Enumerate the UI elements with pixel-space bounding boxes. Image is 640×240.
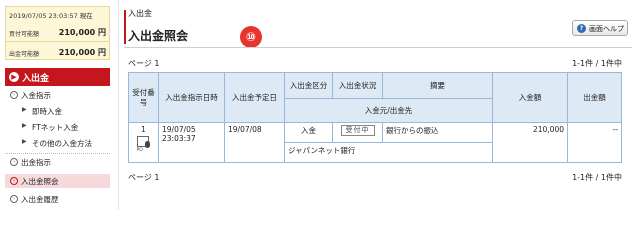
chevron-right-icon: › xyxy=(10,177,18,185)
triangle-right-icon: ▶ xyxy=(22,106,27,113)
sidebar-section-title: 入出金 xyxy=(22,74,50,84)
help-icon: ? xyxy=(577,24,586,33)
balance-panel: 2019/07/05 23:03:57 現在 買付可能額 210,000 円 出… xyxy=(5,6,110,60)
mouse-shape xyxy=(144,141,150,148)
page-indicator: ページ 1 xyxy=(128,59,160,68)
status-cell: 受付中 xyxy=(332,122,383,143)
receipt-no: 1 xyxy=(141,125,146,134)
sidebar-item-ftnet-deposit[interactable]: ▶ FTネット入金 xyxy=(22,120,110,134)
header-receipt-no: 受付番号 xyxy=(128,72,159,123)
header-deposit-amount: 入金額 xyxy=(492,72,568,123)
order-date: 19/07/05 xyxy=(162,125,196,134)
pager-top: ページ 1 1-1件 / 1件中 xyxy=(128,58,622,70)
table-row: 1 PO 19/07/05 23:03:37 19/07/08 入金 受付中 銀… xyxy=(128,122,622,163)
deposit-amount-cell: 210,000 xyxy=(492,122,568,163)
main-panel: 入出金 入出金照会 ⑩ ? 画面ヘルプ ページ 1 1-1件 / 1件中 受付番… xyxy=(118,0,640,210)
header-order-datetime: 入出金指示日時 xyxy=(158,72,225,123)
order-time: 23:03:37 xyxy=(162,134,196,143)
title-divider xyxy=(124,47,632,48)
withdraw-amount-cell: -- xyxy=(567,122,622,163)
order-datetime-cell: 19/07/05 23:03:37 xyxy=(158,122,225,163)
withdrawable-label: 出金可能額 xyxy=(9,51,40,58)
record-count: 1-1件 / 1件中 xyxy=(572,173,622,182)
sidebar-item-instant-deposit[interactable]: ▶ 即時入金 xyxy=(22,104,110,118)
sidebar-item-label: FTネット入金 xyxy=(32,123,79,132)
step-number-badge: ⑩ xyxy=(240,26,262,48)
header-scheduled-date: 入出金予定日 xyxy=(224,72,285,123)
category-cell: 入金 xyxy=(284,122,333,143)
record-count: 1-1件 / 1件中 xyxy=(572,59,622,68)
page-title: 入出金照会 xyxy=(128,29,189,43)
header-counterparty: 入金元/出金先 xyxy=(284,98,493,123)
buying-power-value: 210,000 円 xyxy=(58,28,106,37)
header-category: 入出金区分 xyxy=(284,72,333,99)
chevron-right-icon: › xyxy=(10,158,18,166)
balance-datetime: 2019/07/05 23:03:57 現在 xyxy=(9,12,93,20)
sidebar-item-withdraw-instruction[interactable]: › 出金指示 xyxy=(5,155,110,169)
sidebar-item-deposit-instruction[interactable]: › 入金指示 xyxy=(5,88,110,102)
breadcrumb: 入出金 xyxy=(128,9,152,18)
sidebar-item-label: その他の入金方法 xyxy=(32,139,92,148)
transaction-table: 受付番号 入出金指示日時 入出金予定日 入出金区分 入出金状況 摘要 入金額 出… xyxy=(128,72,622,163)
sidebar-divider xyxy=(5,153,110,154)
sidebar-item-label: 即時入金 xyxy=(32,107,62,116)
sidebar: 2019/07/05 23:03:57 現在 買付可能額 210,000 円 出… xyxy=(0,0,112,210)
chevron-right-icon: › xyxy=(10,195,18,203)
title-accent-bar xyxy=(124,10,126,44)
sidebar-item-label: 出金指示 xyxy=(21,158,51,167)
icon-caption: PO xyxy=(136,148,143,153)
help-button-label: 画面ヘルプ xyxy=(589,25,624,33)
sidebar-item-other-deposit[interactable]: ▶ その他の入金方法 xyxy=(22,136,110,150)
pager-bottom: ページ 1 1-1件 / 1件中 xyxy=(128,172,622,184)
buying-power-label: 買付可能額 xyxy=(9,31,40,38)
receipt-no-cell: 1 PO xyxy=(128,122,159,163)
chevron-right-icon: ▶ xyxy=(9,72,19,82)
withdrawable-value: 210,000 円 xyxy=(58,48,106,57)
triangle-right-icon: ▶ xyxy=(22,122,27,129)
header-withdraw-amount: 出金額 xyxy=(567,72,622,123)
sidebar-item-transaction-history[interactable]: › 入出金履歴 xyxy=(5,192,110,206)
summary-cell: 銀行からの振込 xyxy=(382,122,493,143)
sidebar-item-transaction-inquiry[interactable]: › 入出金照会 xyxy=(5,174,110,188)
withdrawable-row: 出金可能額 210,000 円 xyxy=(9,47,106,59)
screen-help-button[interactable]: ? 画面ヘルプ xyxy=(572,20,628,36)
sidebar-item-label: 入出金照会 xyxy=(21,177,59,186)
triangle-right-icon: ▶ xyxy=(22,138,27,145)
header-status: 入出金状況 xyxy=(332,72,383,99)
sidebar-item-label: 入金指示 xyxy=(21,91,51,100)
balance-divider xyxy=(6,41,109,42)
header-summary: 摘要 xyxy=(382,72,493,99)
counterparty-cell: ジャパンネット銀行 xyxy=(284,142,493,163)
status-badge: 受付中 xyxy=(340,125,375,136)
sidebar-item-label: 入出金履歴 xyxy=(21,195,59,204)
chevron-right-icon: › xyxy=(10,91,18,99)
page-indicator: ページ 1 xyxy=(128,173,160,182)
scheduled-date-cell: 19/07/08 xyxy=(224,122,285,163)
sidebar-section-header[interactable]: ▶ 入出金 xyxy=(5,68,110,86)
buying-power-row: 買付可能額 210,000 円 xyxy=(9,27,106,39)
document-icon[interactable]: PO xyxy=(135,136,153,153)
